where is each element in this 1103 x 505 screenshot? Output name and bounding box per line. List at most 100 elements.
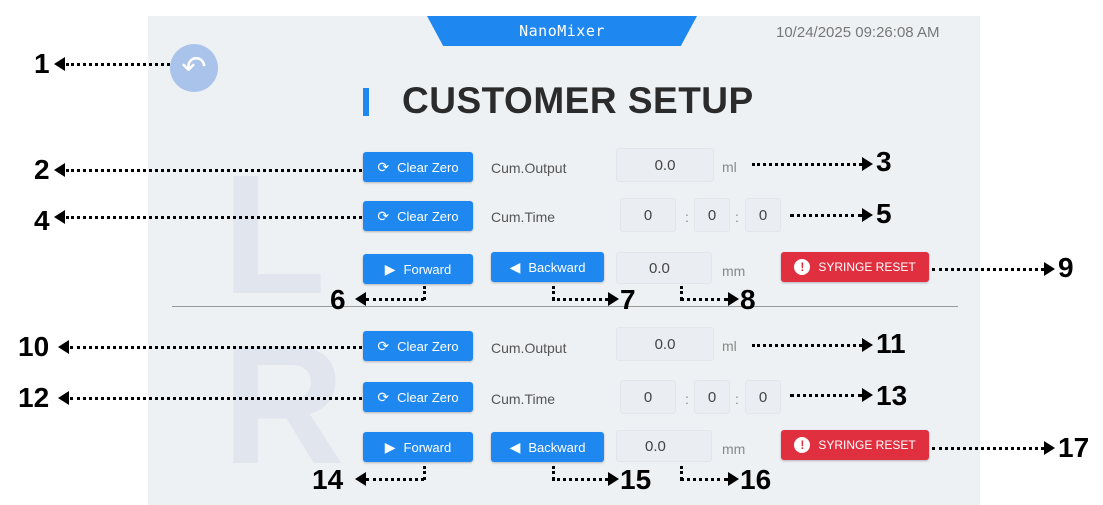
callout-line xyxy=(366,298,424,301)
callout-line xyxy=(752,344,862,347)
button-label: SYRINGE RESET xyxy=(818,260,916,274)
left-forward-button[interactable]: ▶ Forward xyxy=(363,254,473,284)
right-time-hours[interactable]: 0 xyxy=(620,380,676,414)
callout-17: 17 xyxy=(1058,432,1090,463)
callout-arrow xyxy=(728,472,739,486)
callout-5: 5 xyxy=(876,198,892,229)
callout-line xyxy=(790,214,862,217)
callout-9: 9 xyxy=(1058,252,1074,283)
right-time-seconds[interactable]: 0 xyxy=(745,380,781,414)
callout-2: 2 xyxy=(34,154,50,185)
right-forward-button[interactable]: ▶ Forward xyxy=(363,432,473,462)
button-label: Backward xyxy=(528,259,586,275)
callout-line xyxy=(932,447,1044,450)
pump-divider xyxy=(172,306,958,307)
callout-arrow xyxy=(1044,262,1055,276)
right-cum-time-label: Cum.Time xyxy=(491,391,556,407)
callout-arrow xyxy=(54,163,65,177)
time-separator: : xyxy=(735,391,739,407)
left-time-minutes[interactable]: 0 xyxy=(694,198,730,232)
callout-arrow xyxy=(54,57,65,71)
callout-arrow xyxy=(728,292,739,306)
callout-1: 1 xyxy=(34,48,50,79)
callout-arrow xyxy=(58,391,69,405)
play-left-icon: ◀ xyxy=(509,258,521,275)
callout-8: 8 xyxy=(740,284,756,315)
right-backward-button[interactable]: ◀ Backward xyxy=(491,432,604,462)
page-title: CUSTOMER SETUP xyxy=(402,80,754,121)
play-left-icon: ◀ xyxy=(509,438,521,455)
callout-15: 15 xyxy=(620,464,652,495)
callout-line xyxy=(932,268,1044,271)
callout-arrow xyxy=(355,472,366,486)
callout-arrow xyxy=(862,338,873,352)
back-button[interactable]: ↶ xyxy=(170,44,218,92)
callout-arrow xyxy=(608,472,619,486)
callout-arrow xyxy=(608,292,619,306)
callout-16: 16 xyxy=(740,464,772,495)
callout-arrow xyxy=(862,208,873,222)
left-cum-output-label: Cum.Output xyxy=(491,160,567,176)
callout-line xyxy=(680,478,728,481)
callout-line xyxy=(552,478,608,481)
callout-line xyxy=(680,298,728,301)
time-separator: : xyxy=(735,209,739,225)
callout-line xyxy=(752,163,862,166)
left-time-hours[interactable]: 0 xyxy=(620,198,676,232)
callout-line xyxy=(366,478,424,481)
right-cum-output-value[interactable]: 0.0 xyxy=(616,327,714,361)
left-time-seconds[interactable]: 0 xyxy=(745,198,781,232)
time-separator: : xyxy=(685,209,689,225)
right-jog-unit: mm xyxy=(722,441,746,457)
right-clear-time-button[interactable]: ⟳ Clear Zero xyxy=(363,382,473,412)
button-label: Clear Zero xyxy=(397,338,459,354)
callout-line xyxy=(552,298,608,301)
right-jog-distance[interactable]: 0.0 xyxy=(616,430,712,462)
title-accent-bar xyxy=(363,88,369,116)
button-label: Clear Zero xyxy=(397,159,459,175)
brand-tab: NanoMixer xyxy=(427,16,697,46)
callout-13: 13 xyxy=(876,380,908,411)
left-cum-time-label: Cum.Time xyxy=(491,209,556,225)
callout-4: 4 xyxy=(34,205,50,236)
callout-line xyxy=(70,346,362,349)
button-label: Backward xyxy=(528,439,586,455)
alert-icon: ! xyxy=(794,259,811,275)
button-label: Clear Zero xyxy=(397,208,459,224)
callout-arrow xyxy=(58,340,69,354)
play-right-icon: ▶ xyxy=(384,438,396,455)
left-syringe-reset-button[interactable]: ! SYRINGE RESET xyxy=(781,252,929,282)
left-clear-time-button[interactable]: ⟳ Clear Zero xyxy=(363,201,473,231)
right-clear-output-button[interactable]: ⟳ Clear Zero xyxy=(363,331,473,361)
alert-icon: ! xyxy=(794,437,811,453)
callout-11: 11 xyxy=(876,328,906,359)
callout-14: 14 xyxy=(312,464,344,495)
refresh-icon: ⟳ xyxy=(377,388,390,405)
button-label: Clear Zero xyxy=(397,389,459,405)
callout-10: 10 xyxy=(18,331,50,362)
callout-12: 12 xyxy=(18,382,50,413)
callout-arrow xyxy=(862,388,873,402)
callout-line xyxy=(66,169,362,172)
button-label: SYRINGE RESET xyxy=(818,438,916,452)
left-jog-distance[interactable]: 0.0 xyxy=(616,252,712,284)
right-time-minutes[interactable]: 0 xyxy=(694,380,730,414)
right-syringe-reset-button[interactable]: ! SYRINGE RESET xyxy=(781,430,929,460)
refresh-icon: ⟳ xyxy=(377,337,390,354)
left-pump-watermark: L xyxy=(222,140,326,330)
callout-arrow xyxy=(862,157,873,171)
left-output-unit: ml xyxy=(722,159,737,175)
left-clear-output-button[interactable]: ⟳ Clear Zero xyxy=(363,152,473,182)
button-label: Forward xyxy=(403,439,452,455)
datetime-display: 10/24/2025 09:26:08 AM xyxy=(776,24,940,41)
callout-6: 6 xyxy=(330,284,346,315)
right-cum-output-label: Cum.Output xyxy=(491,340,567,356)
callout-arrow xyxy=(1044,441,1055,455)
callout-line xyxy=(790,394,862,397)
callout-line xyxy=(66,216,362,219)
callout-3: 3 xyxy=(876,146,892,177)
refresh-icon: ⟳ xyxy=(377,158,390,175)
callout-line xyxy=(66,63,170,66)
left-backward-button[interactable]: ◀ Backward xyxy=(491,252,604,282)
left-cum-output-value[interactable]: 0.0 xyxy=(616,148,714,182)
